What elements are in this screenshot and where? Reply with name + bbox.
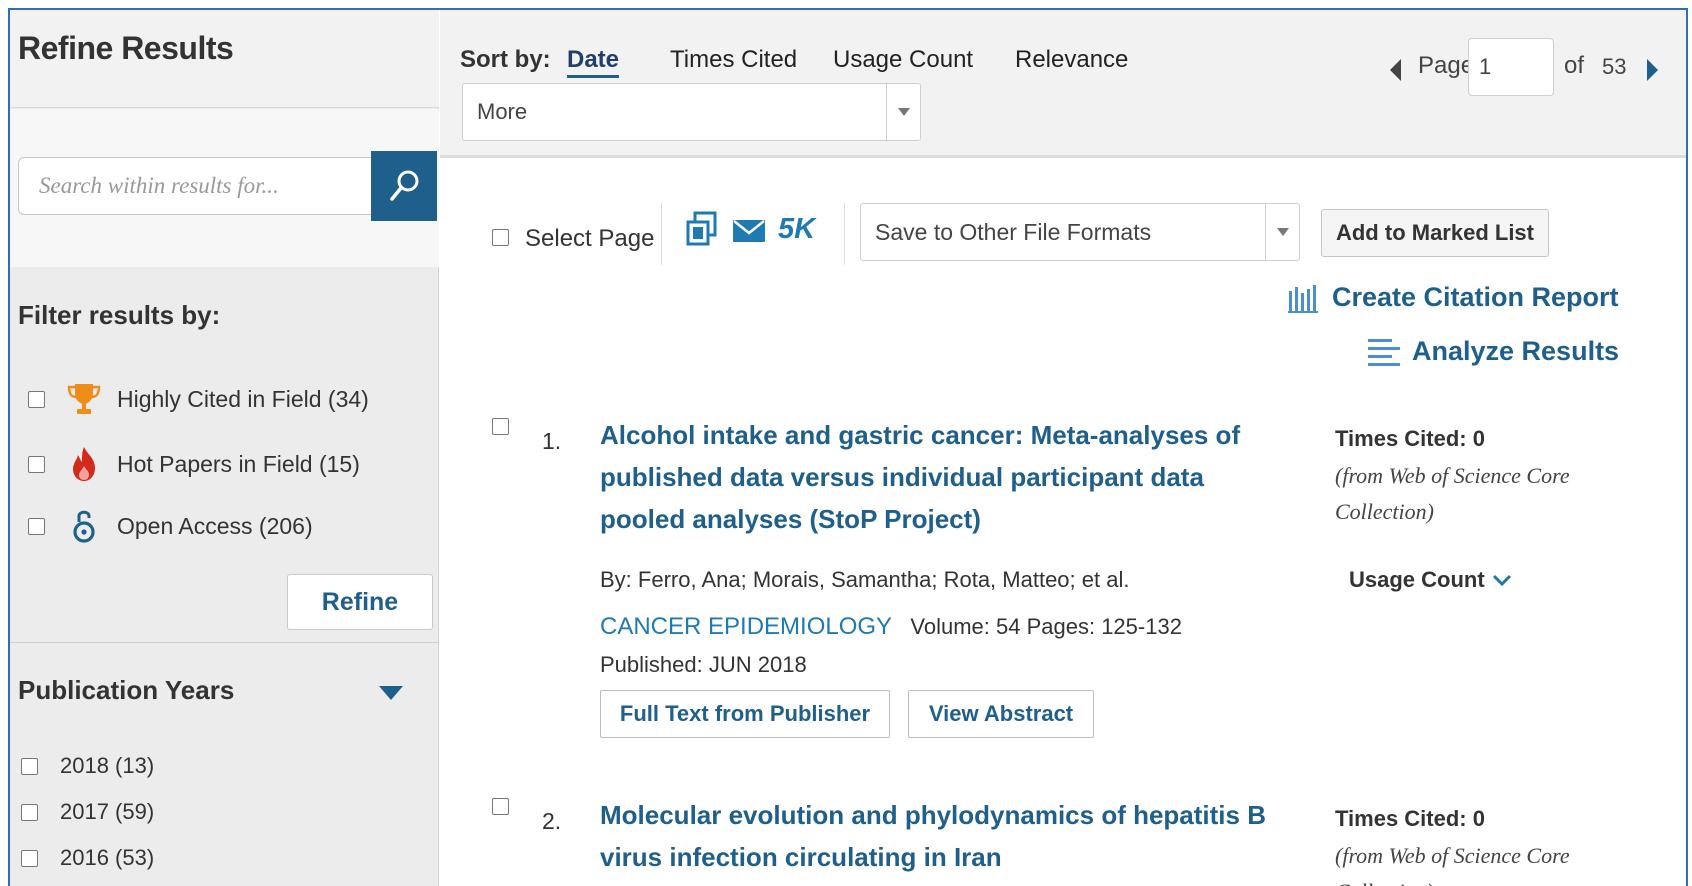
analyze-results-label: Analyze Results [1412, 336, 1620, 366]
chevron-down-icon [1492, 574, 1511, 587]
open-access-icon [67, 508, 101, 544]
sort-option-relevance[interactable]: Relevance [1015, 46, 1128, 74]
filter-hot-papers[interactable]: Hot Papers in Field (15) [28, 446, 360, 482]
year-checkbox[interactable] [21, 849, 38, 867]
search-button[interactable] [371, 151, 437, 221]
chevron-down-icon [898, 108, 910, 116]
page-total: 53 [1602, 54, 1627, 79]
more-sort-value: More [477, 99, 528, 124]
year-checkbox[interactable] [21, 803, 38, 821]
filter-checkbox[interactable] [28, 455, 45, 473]
year-label: 2018 (13) [60, 753, 155, 778]
sidebar-search-area [10, 109, 439, 267]
trophy-icon [67, 381, 101, 417]
export-5k-link[interactable]: 5K [778, 213, 815, 246]
email-icon[interactable] [733, 220, 765, 247]
filter-label: Hot Papers in Field (15) [117, 450, 360, 477]
add-to-marked-list-button[interactable]: Add to Marked List [1321, 209, 1549, 257]
dropdown-arrow[interactable] [886, 84, 920, 140]
chevron-down-icon [1277, 228, 1289, 236]
year-item-2018[interactable]: 2018 (13) [21, 753, 154, 779]
result-checkbox[interactable] [492, 798, 509, 815]
result-number: 2. [542, 808, 562, 834]
year-item-2017[interactable]: 2017 (59) [21, 799, 154, 825]
filter-highly-cited[interactable]: Highly Cited in Field (34) [28, 381, 369, 417]
sort-option-usage-count[interactable]: Usage Count [833, 46, 973, 74]
sort-bar: Sort by: Date Times Cited Usage Count Re… [440, 10, 1686, 158]
citation-report-label: Create Citation Report [1332, 282, 1619, 312]
select-page-label[interactable]: Select Page [525, 225, 654, 253]
result-number: 1. [542, 428, 562, 454]
sort-option-date[interactable]: Date [567, 46, 620, 78]
page-of-label: of [1564, 52, 1585, 79]
result-source: CANCER EPIDEMIOLOGY Volume: 54 Pages: 12… [600, 608, 1280, 684]
select-page-checkbox[interactable] [492, 229, 509, 246]
toolbar-divider [661, 203, 662, 265]
filter-heading: Filter results by: [18, 300, 221, 330]
full-text-button[interactable]: Full Text from Publisher [600, 690, 890, 738]
create-citation-report-link[interactable]: Create Citation Report [1288, 282, 1619, 313]
dropdown-arrow[interactable] [1265, 204, 1299, 260]
year-checkbox[interactable] [21, 757, 38, 775]
list-icon [1368, 338, 1400, 366]
times-cited: Times Cited: 0 [1335, 426, 1485, 451]
next-page-icon[interactable] [1647, 59, 1658, 81]
result-title-link[interactable]: Alcohol intake and gastric cancer: Meta-… [600, 414, 1280, 540]
sidebar-divider [10, 642, 439, 643]
sort-label: Sort by: [460, 46, 551, 73]
year-label: 2016 (53) [60, 845, 155, 870]
search-icon [390, 170, 419, 201]
sidebar-header: Refine Results [10, 10, 439, 108]
usage-count-label: Usage Count [1349, 567, 1485, 592]
collapse-triangle-icon[interactable] [379, 686, 403, 700]
usage-count-toggle[interactable]: Usage Count [1349, 567, 1513, 593]
sort-option-times-cited[interactable]: Times Cited [670, 46, 797, 74]
filter-label: Highly Cited in Field (34) [117, 385, 369, 412]
result-checkbox[interactable] [492, 418, 509, 435]
prev-page-icon[interactable] [1390, 59, 1401, 81]
times-cited: Times Cited: 0 [1335, 806, 1485, 831]
times-cited-source: (from Web of Science Core Collection) [1335, 463, 1570, 524]
analyze-results-link[interactable]: Analyze Results [1368, 336, 1619, 367]
search-within-input[interactable] [18, 157, 371, 215]
page-label: Page [1418, 52, 1475, 79]
flame-icon [67, 446, 101, 482]
sidebar-title: Refine Results [18, 30, 234, 66]
view-abstract-button[interactable]: View Abstract [908, 690, 1094, 738]
results-frame: Refine Results Filter results by: [8, 8, 1688, 886]
save-formats-value: Save to Other File Formats [875, 219, 1152, 245]
result-title-link[interactable]: Molecular evolution and phylodynamics of… [600, 794, 1280, 878]
refine-button[interactable]: Refine [287, 574, 433, 630]
refine-sidebar: Refine Results Filter results by: [10, 10, 439, 886]
filter-checkbox[interactable] [28, 390, 45, 408]
year-item-2016[interactable]: 2016 (53) [21, 845, 154, 871]
toolbar-divider [844, 203, 845, 265]
page-number-input[interactable] [1468, 38, 1554, 96]
publication-years-heading: Publication Years [18, 675, 235, 705]
more-sort-dropdown[interactable]: More [462, 83, 921, 141]
times-cited-source: (from Web of Science Core Collection) [1335, 843, 1570, 886]
filter-open-access[interactable]: Open Access (206) [28, 508, 313, 544]
bar-chart-icon [1288, 284, 1318, 313]
print-icon[interactable] [686, 211, 718, 252]
result-authors: By: Ferro, Ana; Morais, Samantha; Rota, … [600, 567, 1130, 592]
filter-label: Open Access (206) [117, 512, 313, 539]
year-label: 2017 (59) [60, 799, 155, 824]
save-formats-dropdown[interactable]: Save to Other File Formats [860, 203, 1300, 261]
filter-checkbox[interactable] [28, 517, 45, 535]
journal-link[interactable]: CANCER EPIDEMIOLOGY [600, 613, 892, 640]
